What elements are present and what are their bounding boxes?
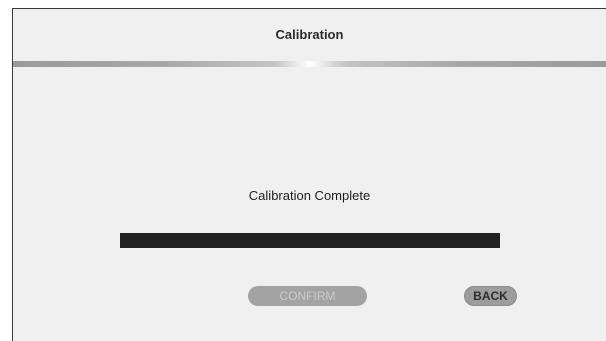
status-message: Calibration Complete — [248, 188, 371, 203]
calibration-screen: Calibration Calibration Complete CONFIRM… — [12, 8, 606, 341]
progress-bar-fill — [120, 233, 500, 248]
title-divider — [13, 61, 606, 67]
page-title: Calibration — [275, 26, 344, 42]
confirm-button[interactable]: CONFIRM — [248, 286, 367, 306]
title-bar: Calibration — [13, 9, 606, 62]
calibration-progress-bar — [120, 233, 500, 248]
back-button[interactable]: BACK — [464, 286, 517, 306]
